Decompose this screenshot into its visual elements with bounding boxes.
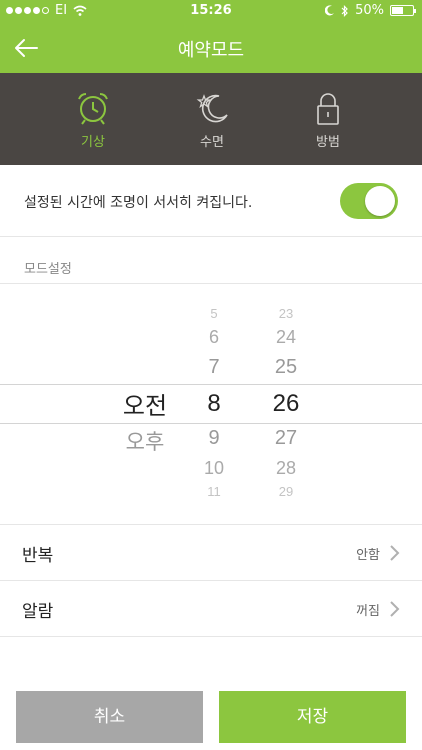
lock-icon	[317, 93, 339, 125]
ampm-item: 오전	[122, 393, 168, 420]
ampm-column[interactable]: 오전 오후	[110, 284, 180, 524]
ampm-item: 오후	[125, 431, 165, 454]
minute-item: 24	[275, 327, 297, 347]
hour-item: 10	[203, 458, 225, 478]
hour-column[interactable]: 5 6 7 8 9 10 11	[186, 284, 242, 524]
hour-item: 8	[207, 390, 221, 417]
nav-bar: 예약모드	[0, 22, 422, 73]
bluetooth-icon	[341, 4, 348, 17]
alarm-row[interactable]: 알람 꺼짐	[0, 581, 422, 637]
hour-item: 11	[207, 484, 221, 499]
notice-text: 설정된 시간에 조명이 서서히 켜집니다.	[24, 195, 253, 211]
minute-item: 28	[275, 458, 297, 478]
tab-sleep[interactable]: 수면	[172, 91, 252, 150]
do-not-disturb-icon	[325, 5, 335, 16]
minute-item: 25	[274, 356, 298, 378]
cancel-button[interactable]: 취소	[16, 691, 203, 743]
minute-item: 27	[274, 427, 298, 449]
chevron-right-icon	[390, 545, 400, 561]
mode-toggle[interactable]	[340, 183, 398, 219]
tab-security[interactable]: 방범	[288, 91, 368, 150]
tab-wake[interactable]: 기상	[53, 91, 133, 150]
minute-column[interactable]: 23 24 25 26 27 28 29	[256, 284, 316, 524]
alarm-value: 꺼짐	[356, 604, 380, 619]
tab-security-label: 방범	[316, 135, 340, 150]
toggle-knob	[365, 186, 395, 216]
hour-item: 7	[208, 356, 220, 378]
repeat-label: 반복	[22, 546, 54, 566]
top-bar: EI 15:26 50% 예약모드	[0, 0, 422, 73]
mode-tab-bar: 기상 수면 방범	[0, 73, 422, 165]
save-button[interactable]: 저장	[219, 691, 406, 743]
alarm-clock-icon	[78, 93, 108, 125]
battery-percent: 50%	[355, 3, 384, 18]
moon-star-icon	[196, 94, 228, 123]
time-picker[interactable]: 오전 오후 5 6 7 8 9 10 11 23 24 25 26 27 28 …	[0, 284, 422, 524]
repeat-value: 안함	[356, 548, 380, 563]
hour-item: 5	[210, 306, 218, 321]
tab-sleep-label: 수면	[200, 135, 224, 150]
battery-icon	[390, 5, 416, 16]
page-title: 예약모드	[177, 40, 245, 61]
minute-item: 23	[278, 306, 294, 321]
section-label: 모드설정	[24, 262, 72, 277]
alarm-label: 알람	[22, 602, 54, 622]
chevron-right-icon	[390, 601, 400, 617]
minute-item: 29	[278, 484, 294, 499]
notice-row: 설정된 시간에 조명이 서서히 켜집니다.	[0, 165, 422, 237]
status-bar: EI 15:26 50%	[0, 0, 422, 22]
repeat-row[interactable]: 반복 안함	[0, 525, 422, 581]
minute-item: 26	[272, 390, 300, 417]
tab-wake-label: 기상	[81, 135, 105, 150]
hour-item: 9	[208, 427, 220, 449]
hour-item: 6	[208, 327, 219, 347]
